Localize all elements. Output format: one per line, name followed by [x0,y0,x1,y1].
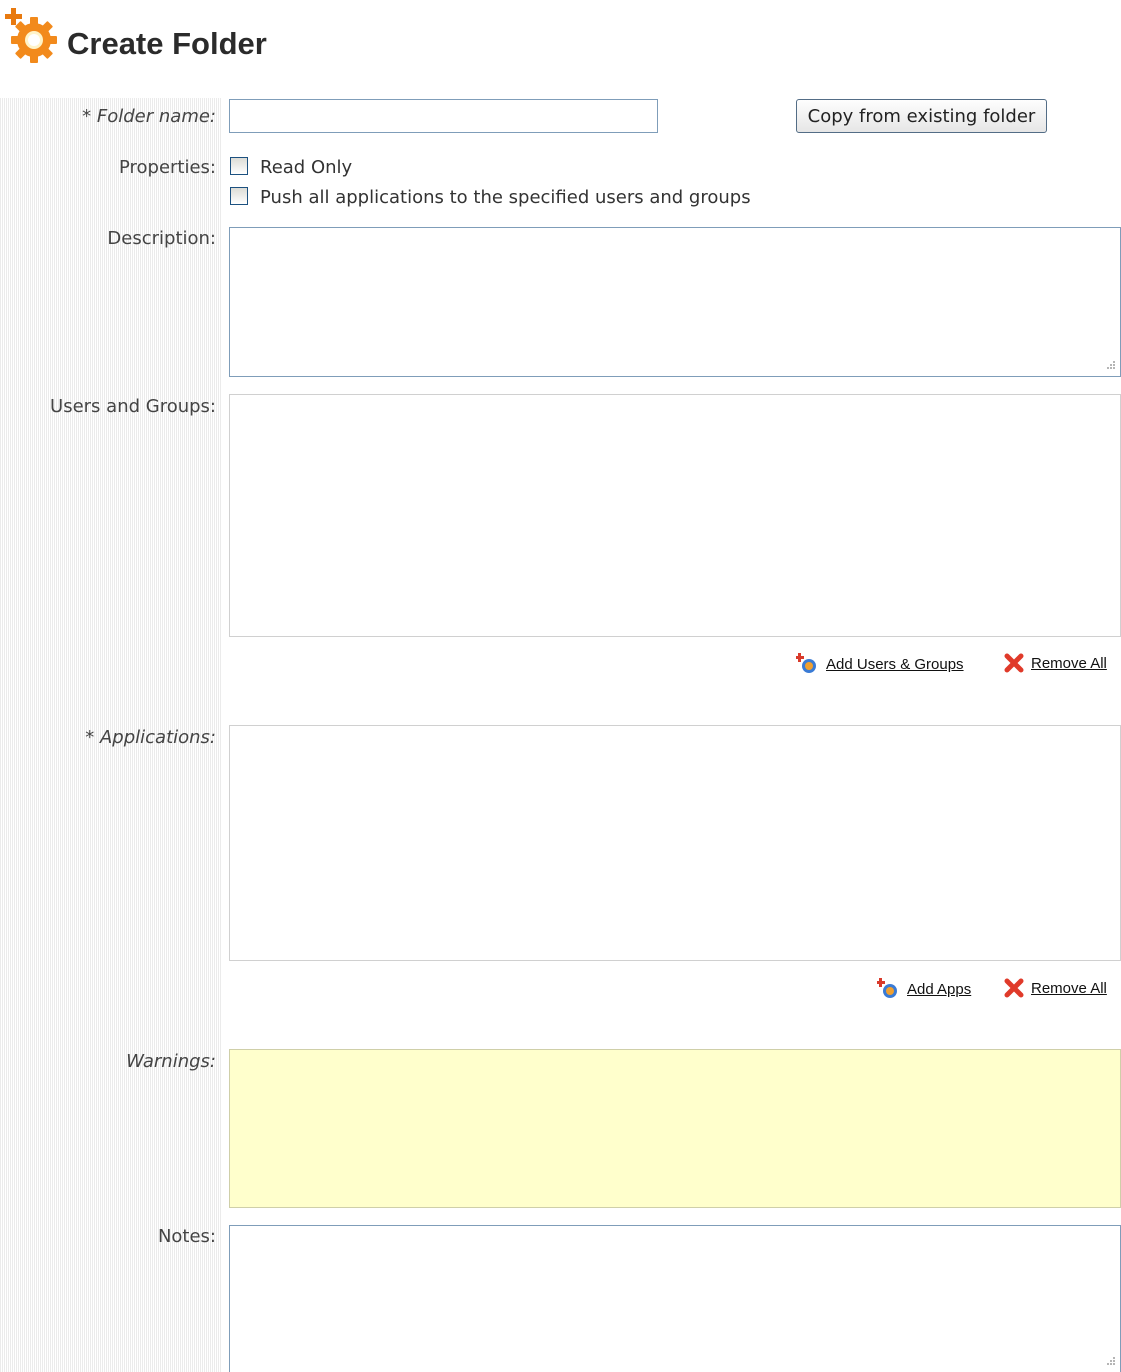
notes-textarea[interactable] [229,1225,1121,1372]
remove-x-icon [1004,978,1024,998]
applications-list[interactable] [229,725,1121,961]
page-header: Create Folder [4,8,604,68]
users-groups-label: Users and Groups: [50,396,216,417]
push-applications-checkbox[interactable] [230,187,248,205]
remove-x-icon [1004,653,1024,673]
remove-all-users-action[interactable]: Remove All [1003,652,1107,674]
description-textarea[interactable] [229,227,1121,377]
add-apps-icon [877,978,897,998]
folder-name-input[interactable] [229,99,658,133]
folder-name-label: * Folder name: [82,106,216,127]
add-apps-action[interactable]: Add Apps [877,977,971,1001]
read-only-checkbox[interactable] [230,157,248,175]
users-groups-list[interactable] [229,394,1121,637]
properties-label: Properties: [118,157,216,178]
remove-all-apps-link[interactable]: Remove All [1031,980,1107,997]
remove-all-apps-action[interactable]: Remove All [1003,977,1107,999]
add-users-groups-action[interactable]: Add Users & Groups [796,652,964,676]
push-applications-checkbox-label: Push all applications to the specified u… [260,187,751,208]
description-label: Description: [107,228,216,249]
add-apps-link[interactable]: Add Apps [907,981,971,998]
applications-label: * Applications: [85,727,216,748]
add-users-icon [796,653,816,673]
remove-all-users-link[interactable]: Remove All [1031,655,1107,672]
resize-grip-icon[interactable] [1104,1356,1116,1368]
resize-grip-icon[interactable] [1104,360,1116,372]
add-users-groups-link[interactable]: Add Users & Groups [826,656,964,673]
page-title: Create Folder [67,26,267,61]
warnings-panel [229,1049,1121,1208]
copy-from-existing-folder-button[interactable]: Copy from existing folder [796,99,1047,133]
read-only-checkbox-label: Read Only [260,157,353,178]
notes-label: Notes: [157,1226,216,1247]
create-folder-gear-icon [5,8,57,63]
warnings-label: Warnings: [126,1051,216,1072]
